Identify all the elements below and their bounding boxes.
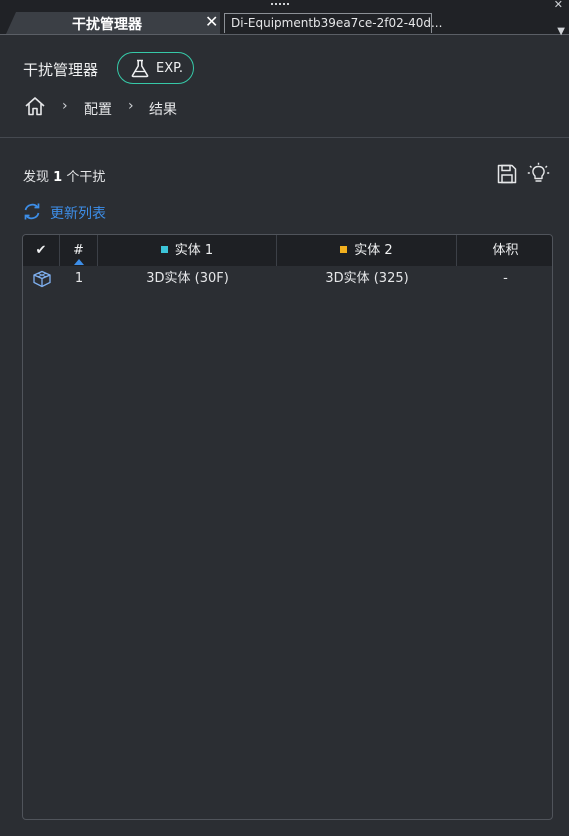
row-volume: - [503,271,508,286]
refresh-icon[interactable] [23,202,41,221]
row-index: 1 [74,271,84,286]
breadcrumb-item-config[interactable]: 配置 [84,99,112,119]
interference-count-text: 发现 1 个干扰 [23,170,106,185]
row-entity-1: 3D实体 (30F) [146,271,229,286]
tab-equipment[interactable]: Di-Equipmentb39ea7ce-2f02-40d... [224,13,442,33]
table-row[interactable]: 1 3D实体 (30F) 3D实体 (325) - [23,266,552,292]
interference-count: 1 [53,170,63,185]
chevron-right-icon: › [128,98,134,114]
breadcrumb-item-results[interactable]: 结果 [149,99,177,119]
page-title: 干扰管理器 [23,61,99,79]
column-volume[interactable]: 体积 [457,235,552,266]
column-index[interactable]: # [60,235,98,266]
chevron-right-icon: › [62,98,68,114]
panel-close-icon[interactable]: ✕ [554,0,563,11]
refresh-list-button[interactable]: 更新列表 [50,203,106,223]
column-entity-2[interactable]: 实体 2 [277,235,457,266]
experimental-badge[interactable]: EXP. [117,52,194,84]
tab-label: 干扰管理器 [72,17,142,33]
lightbulb-icon[interactable] [527,162,550,185]
top-strip: ✕ [0,0,569,12]
sort-ascending-icon [73,259,84,265]
column-entity-1[interactable]: 实体 1 [98,235,277,266]
tab-interference-manager[interactable]: 干扰管理器 ✕ [6,12,220,34]
row-entity-icon-cell[interactable] [23,266,60,292]
tab-menu-icon[interactable]: ▼ [557,26,565,37]
save-icon[interactable] [496,163,518,185]
entity1-color-swatch [160,246,168,253]
solid-body-icon [32,270,51,288]
home-icon[interactable] [24,96,46,116]
column-checkbox[interactable]: ✔ [23,235,60,266]
tab-bar: 干扰管理器 ✕ Di-Equipmentb39ea7ce-2f02-40d...… [0,12,569,37]
interference-table: ✔ # 实体 1 实体 2 体积 1 3D实体 (30F) 3D实体 (325)… [22,234,553,820]
divider [0,137,569,138]
flask-icon [131,59,149,78]
entity2-color-swatch [340,246,348,253]
tab-label: Di-Equipmentb39ea7ce-2f02-40d... [231,16,443,30]
table-header: ✔ # 实体 1 实体 2 体积 [23,235,552,266]
row-entity-2: 3D实体 (325) [325,271,409,286]
drag-grip-icon[interactable] [271,3,289,7]
tab-close-icon[interactable]: ✕ [205,12,218,31]
badge-label: EXP. [156,61,184,76]
